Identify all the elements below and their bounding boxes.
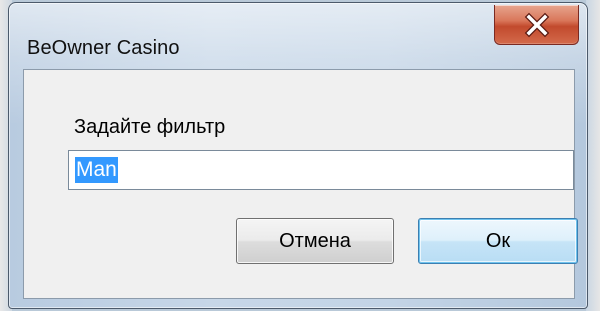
dialog-window: BeOwner Casino Задайте фильтр Man Отмена… — [8, 2, 588, 309]
close-icon — [524, 12, 550, 38]
title-bar[interactable]: BeOwner Casino — [9, 3, 587, 63]
window-title: BeOwner Casino — [27, 37, 180, 59]
close-button[interactable] — [494, 5, 579, 45]
filter-prompt-label: Задайте фильтр — [74, 116, 226, 138]
cancel-button[interactable]: Отмена — [236, 218, 394, 264]
dialog-body: Задайте фильтр Man Отмена Ок — [23, 69, 578, 299]
filter-input[interactable]: Man — [68, 150, 574, 190]
filter-input-value: Man — [75, 156, 118, 184]
background-right — [586, 0, 600, 311]
ok-button[interactable]: Ок — [418, 218, 578, 264]
